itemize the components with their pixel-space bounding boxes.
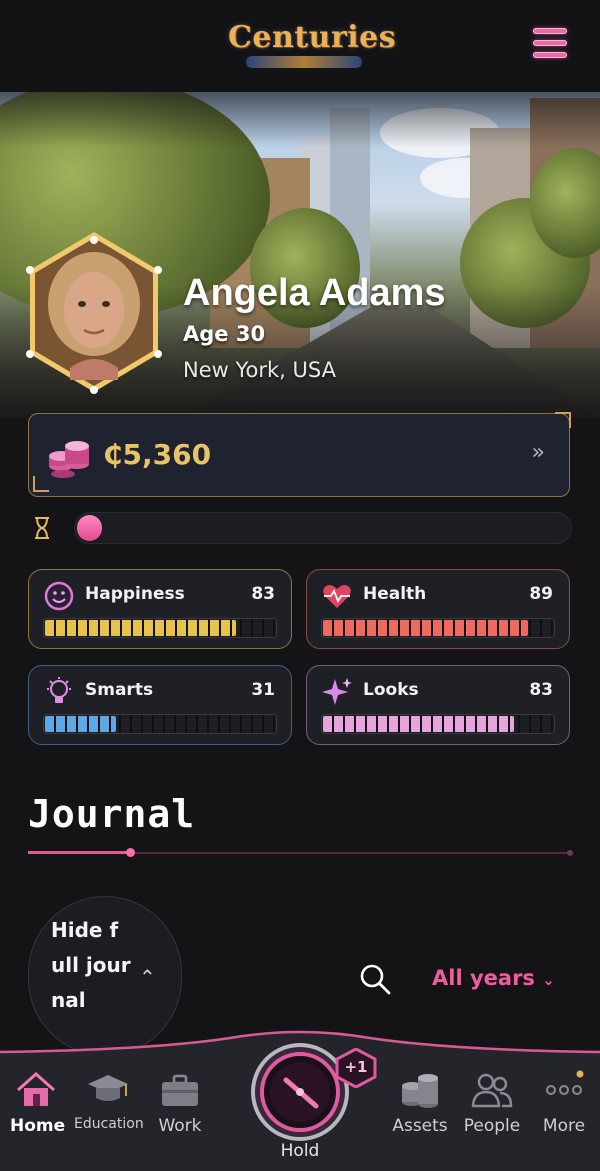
stat-value: 31	[251, 680, 275, 700]
nav-people-label: People	[463, 1116, 521, 1136]
nav-more-label: More	[542, 1116, 586, 1136]
year-filter-label: All years	[432, 966, 535, 990]
nav-home-label: Home	[10, 1116, 66, 1136]
life-progress-bar	[74, 512, 572, 544]
stat-value: 83	[529, 680, 553, 700]
stat-label: Smarts	[85, 680, 154, 700]
search-icon[interactable]	[358, 962, 392, 996]
journal-divider-accent	[28, 851, 130, 854]
app-logo: Centuries	[228, 14, 397, 74]
character-location: New York, USA	[183, 358, 336, 382]
double-chevron-right-icon: »	[531, 440, 545, 465]
logo-text: Centuries	[228, 20, 397, 55]
home-icon	[14, 1070, 58, 1110]
more-dots-icon	[542, 1070, 586, 1110]
hold-badge: +1	[334, 1047, 378, 1089]
stat-card-smarts[interactable]: Smarts 31	[28, 665, 292, 745]
hide-journal-label: Hide full journal	[51, 918, 131, 1012]
year-filter-dropdown[interactable]: All years ⌄	[432, 966, 555, 990]
stat-value: 83	[251, 584, 275, 604]
stat-bar-fill	[45, 716, 116, 732]
smiley-icon	[43, 580, 75, 612]
stat-card-happiness[interactable]: Happiness 83	[28, 569, 292, 649]
stat-label: Looks	[363, 680, 419, 700]
stat-bar	[321, 618, 555, 638]
stat-card-looks[interactable]: Looks 83	[306, 665, 570, 745]
nav-more[interactable]: More	[538, 1070, 590, 1136]
money-card[interactable]: ₵5,360 »	[28, 412, 571, 497]
journal-divider-end-dot	[567, 850, 573, 856]
heart-pulse-icon	[321, 580, 353, 612]
graduation-cap-icon	[86, 1070, 130, 1110]
nav-home[interactable]: Home	[10, 1070, 66, 1136]
stat-bar	[43, 618, 277, 638]
character-avatar[interactable]	[26, 230, 162, 394]
bottom-navigation: Home Education Work +1 Hold Assets Peopl…	[0, 1030, 600, 1171]
nav-work[interactable]: Work	[154, 1070, 206, 1136]
life-progress-fill	[77, 515, 102, 541]
nav-hold-label: Hold	[280, 1141, 320, 1161]
stat-label: Happiness	[85, 584, 185, 604]
chevron-down-icon: ⌄	[542, 971, 555, 989]
hold-badge-text: +1	[344, 1058, 368, 1076]
nav-education[interactable]: Education	[74, 1070, 144, 1132]
money-amount: ₵5,360	[103, 438, 212, 471]
character-name: Angela Adams	[183, 272, 446, 314]
stat-bar-fill	[323, 620, 528, 636]
nav-work-label: Work	[158, 1116, 202, 1136]
coin-stack-icon	[47, 434, 91, 478]
chevron-up-icon: ⌃	[139, 965, 156, 989]
stat-bar	[321, 714, 555, 734]
people-icon	[470, 1070, 514, 1110]
nav-assets[interactable]: Assets	[392, 1070, 448, 1136]
nav-assets-label: Assets	[392, 1116, 448, 1136]
stat-value: 89	[529, 584, 553, 604]
stat-label: Health	[363, 584, 427, 604]
stat-bar-fill	[45, 620, 236, 636]
journal-title: Journal	[28, 792, 196, 836]
journal-divider-dot	[126, 848, 135, 857]
lightbulb-icon	[43, 676, 75, 708]
stat-bar	[43, 714, 277, 734]
hamburger-menu-icon[interactable]	[530, 28, 570, 62]
stat-card-health[interactable]: Health 89	[306, 569, 570, 649]
stat-bar-fill	[323, 716, 514, 732]
hourglass-icon	[33, 517, 51, 539]
nav-education-label: Education	[74, 1116, 144, 1132]
nav-people[interactable]: People	[460, 1070, 524, 1136]
character-age: Age 30	[183, 322, 266, 346]
coin-stack-icon	[398, 1070, 442, 1110]
top-bar: Centuries	[0, 0, 600, 92]
sparkles-icon	[321, 676, 353, 708]
briefcase-icon	[158, 1070, 202, 1110]
